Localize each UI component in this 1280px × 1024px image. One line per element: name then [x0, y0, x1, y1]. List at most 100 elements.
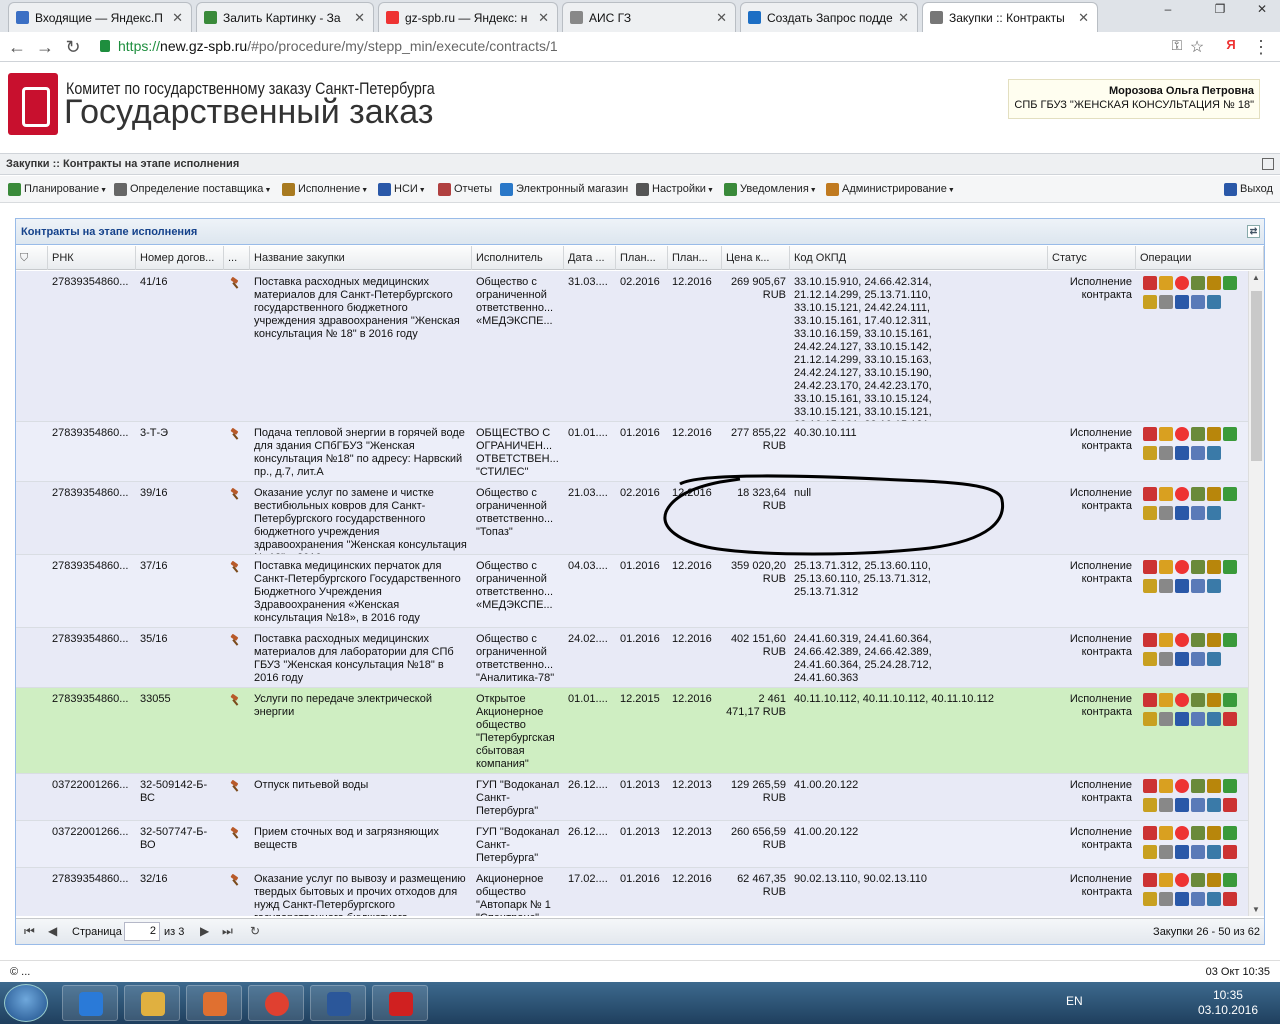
operation-icon[interactable] — [1159, 826, 1173, 840]
operation-icon[interactable] — [1175, 487, 1189, 501]
operation-icon[interactable] — [1159, 798, 1173, 812]
close-window-button[interactable]: ✕ — [1250, 2, 1274, 18]
operation-icon[interactable] — [1143, 873, 1157, 887]
operation-icon[interactable] — [1207, 693, 1221, 707]
menu-item[interactable]: Настройки▼ — [636, 183, 714, 196]
browser-tab[interactable]: Закупки :: Контракты ✕ — [922, 2, 1098, 32]
operation-icon[interactable] — [1223, 633, 1237, 647]
operation-icon[interactable] — [1175, 276, 1189, 290]
col-okpd-header[interactable]: Код ОКПД — [790, 246, 1048, 270]
operation-icon[interactable] — [1191, 693, 1205, 707]
operation-icon[interactable] — [1159, 652, 1173, 666]
close-tab-icon[interactable]: ✕ — [716, 10, 727, 26]
menu-item[interactable]: Отчеты — [438, 183, 492, 196]
operation-icon[interactable] — [1143, 560, 1157, 574]
col-purchase-name-header[interactable]: Название закупки — [250, 246, 472, 270]
chrome-taskbar-button[interactable] — [248, 985, 304, 1021]
operation-icon[interactable] — [1143, 892, 1157, 906]
close-tab-icon[interactable]: ✕ — [172, 10, 183, 26]
table-row[interactable]: 03722001266... 32-507747-Б-ВО Прием сточны… — [16, 821, 1248, 868]
first-page-icon[interactable]: ⏮ — [24, 924, 35, 939]
operation-icon[interactable] — [1175, 826, 1189, 840]
operation-icon[interactable] — [1207, 427, 1221, 441]
reload-icon[interactable]: ↻ — [62, 37, 84, 58]
operation-icon[interactable] — [1207, 712, 1221, 726]
paint-app-taskbar-button[interactable] — [372, 985, 428, 1021]
table-row[interactable]: 27839354860... 3-Т-Э Подача тепловой энерг… — [16, 422, 1248, 482]
collapse-icon[interactable] — [1262, 158, 1274, 170]
operation-icon[interactable] — [1159, 892, 1173, 906]
browser-tab[interactable]: gz-spb.ru — Яндекс: н ✕ — [378, 2, 558, 32]
operation-icon[interactable] — [1175, 693, 1189, 707]
vertical-scrollbar[interactable]: ▲ ▼ — [1248, 271, 1264, 916]
operation-icon[interactable] — [1191, 276, 1205, 290]
minimize-button[interactable]: – — [1156, 2, 1180, 18]
operation-icon[interactable] — [1223, 560, 1237, 574]
operation-icon[interactable] — [1159, 276, 1173, 290]
operation-icon[interactable] — [1143, 427, 1157, 441]
operation-icon[interactable] — [1207, 560, 1221, 574]
menu-item[interactable]: Уведомления▼ — [724, 183, 817, 196]
scroll-up-icon[interactable]: ▲ — [1252, 273, 1260, 282]
operation-icon[interactable] — [1175, 892, 1189, 906]
operation-icon[interactable] — [1159, 295, 1173, 309]
col-rnk-header[interactable]: РНК — [48, 246, 136, 270]
col-executor-header[interactable]: Исполнитель — [472, 246, 564, 270]
operation-icon[interactable] — [1159, 873, 1173, 887]
operation-icon[interactable] — [1207, 779, 1221, 793]
language-indicator[interactable]: EN — [1066, 994, 1083, 1008]
browser-menu-icon[interactable]: ⋮ — [1250, 37, 1272, 58]
last-page-icon[interactable]: ⏭ — [222, 924, 233, 939]
operation-icon[interactable] — [1143, 579, 1157, 593]
browser-tab[interactable]: Создать Запрос подде ✕ — [740, 2, 918, 32]
operation-icon[interactable] — [1175, 633, 1189, 647]
operation-icon[interactable] — [1191, 826, 1205, 840]
operation-icon[interactable] — [1207, 276, 1221, 290]
spb-coat-of-arms-logo[interactable] — [8, 73, 58, 135]
next-page-icon[interactable]: ▶ — [200, 924, 209, 938]
operation-icon[interactable] — [1143, 826, 1157, 840]
back-icon[interactable]: ← — [6, 37, 28, 58]
operation-icon[interactable] — [1223, 826, 1237, 840]
scroll-down-icon[interactable]: ▼ — [1252, 905, 1260, 914]
operation-icon[interactable] — [1175, 446, 1189, 460]
menu-item[interactable]: Планирование▼ — [8, 183, 107, 196]
operation-icon[interactable] — [1191, 873, 1205, 887]
operation-icon[interactable] — [1143, 276, 1157, 290]
operation-icon[interactable] — [1159, 560, 1173, 574]
operation-icon[interactable] — [1223, 487, 1237, 501]
table-row[interactable]: 27839354860... 33055 Услуги по передаче эл… — [16, 688, 1248, 774]
scroll-thumb[interactable] — [1251, 291, 1262, 461]
prev-page-icon[interactable]: ◀ — [48, 924, 57, 938]
operation-icon[interactable] — [1143, 633, 1157, 647]
menu-item[interactable]: Администрирование▼ — [826, 183, 955, 196]
bookmark-star-icon[interactable]: ☆ — [1186, 37, 1208, 57]
operation-icon[interactable] — [1159, 845, 1173, 859]
operation-icon[interactable] — [1207, 446, 1221, 460]
operation-icon[interactable] — [1175, 560, 1189, 574]
refresh-panel-icon[interactable]: ⇄ — [1247, 225, 1260, 238]
operation-icon[interactable] — [1143, 652, 1157, 666]
menu-item[interactable]: Исполнение▼ — [282, 183, 368, 196]
operation-icon[interactable] — [1191, 892, 1205, 906]
maximize-button[interactable]: ❐ — [1208, 2, 1232, 18]
operation-icon[interactable] — [1143, 845, 1157, 859]
table-row[interactable]: 03722001266... 32-509142-Б-ВС Отпуск питье… — [16, 774, 1248, 821]
operation-icon[interactable] — [1191, 427, 1205, 441]
operation-icon[interactable] — [1223, 276, 1237, 290]
operation-icon[interactable] — [1143, 779, 1157, 793]
close-tab-icon[interactable]: ✕ — [1078, 10, 1089, 26]
address-bar[interactable]: https://new.gz-spb.ru/#po/procedure/my/s… — [96, 35, 1216, 58]
operation-icon[interactable] — [1159, 427, 1173, 441]
system-clock[interactable]: 10:35 03.10.2016 — [1198, 988, 1258, 1018]
col-date-header[interactable]: Дата ... — [564, 246, 616, 270]
operation-icon[interactable] — [1207, 579, 1221, 593]
operation-icon[interactable] — [1191, 446, 1205, 460]
operation-icon[interactable] — [1191, 652, 1205, 666]
operation-icon[interactable] — [1191, 506, 1205, 520]
operation-icon[interactable] — [1175, 427, 1189, 441]
operation-icon[interactable] — [1143, 693, 1157, 707]
close-tab-icon[interactable]: ✕ — [354, 10, 365, 26]
operation-icon[interactable] — [1207, 798, 1221, 812]
operation-icon[interactable] — [1223, 873, 1237, 887]
